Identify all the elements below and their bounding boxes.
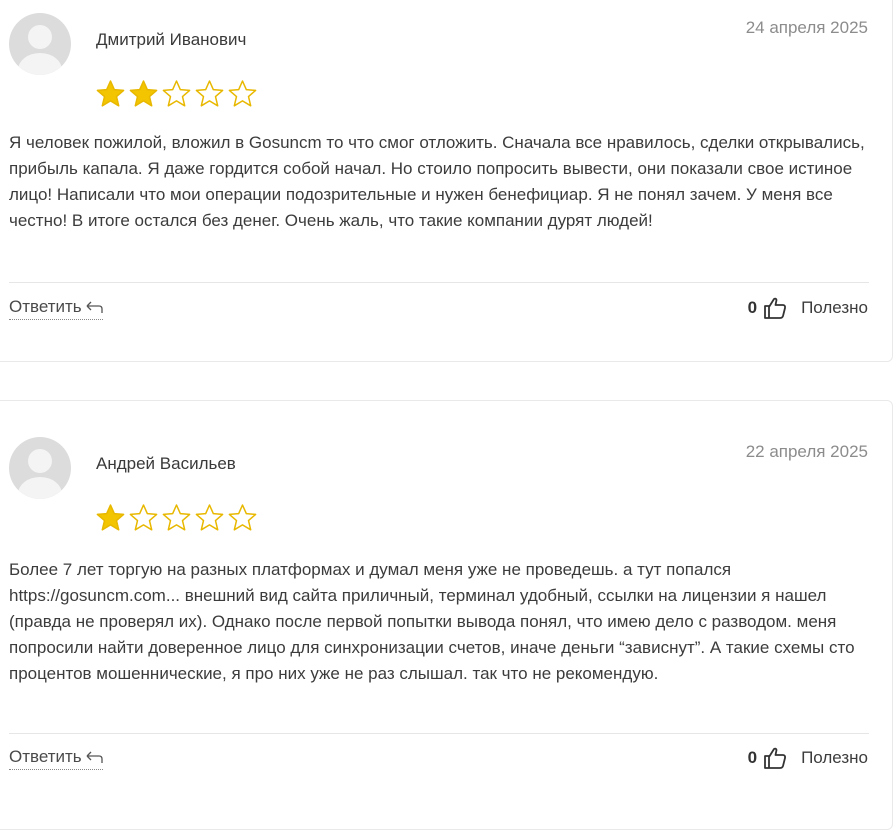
review-card: Андрей Васильев 22 апреля 2025 Более 7 л…: [0, 400, 893, 830]
rating-stars: [95, 503, 258, 533]
review-author: Андрей Васильев: [96, 454, 236, 473]
thumbs-up-icon[interactable]: [763, 296, 787, 320]
star-filled-icon: [96, 504, 125, 531]
star-empty-icon: [228, 80, 257, 107]
review-author: Дмитрий Иванович: [96, 30, 247, 49]
star-empty-icon: [129, 504, 158, 531]
review-text: Я человек пожилой, вложил в Gosuncm то ч…: [9, 133, 865, 230]
helpful-count: 0: [747, 748, 758, 767]
review-date: 22 апреля 2025: [745, 442, 868, 461]
star-empty-icon: [195, 80, 224, 107]
star-empty-icon: [162, 504, 191, 531]
helpful-widget: 0 Полезно: [748, 296, 868, 320]
star-empty-icon: [195, 504, 224, 531]
helpful-button[interactable]: Полезно: [801, 748, 868, 768]
reply-label: Ответить: [9, 747, 82, 766]
divider: [9, 282, 869, 283]
default-avatar-icon: [9, 437, 71, 499]
star-empty-icon: [228, 504, 257, 531]
star-empty-icon: [162, 80, 191, 107]
review-card: Дмитрий Иванович 24 апреля 2025 Я челове…: [0, 0, 893, 362]
star-filled-icon: [129, 80, 158, 107]
helpful-widget: 0 Полезно: [748, 746, 868, 770]
review-date: 24 апреля 2025: [745, 18, 868, 37]
helpful-button[interactable]: Полезно: [801, 298, 868, 318]
reply-label: Ответить: [9, 297, 82, 316]
reply-arrow-icon: [86, 301, 103, 313]
reply-button[interactable]: Ответить: [9, 297, 103, 320]
reply-arrow-icon: [86, 751, 103, 763]
star-filled-icon: [96, 80, 125, 107]
thumbs-up-icon[interactable]: [763, 746, 787, 770]
rating-stars: [95, 79, 258, 109]
helpful-count: 0: [747, 298, 758, 317]
review-text: Более 7 лет торгую на разных платформах …: [9, 560, 855, 683]
default-avatar-icon: [9, 13, 71, 75]
reply-button[interactable]: Ответить: [9, 747, 103, 770]
divider: [9, 733, 869, 734]
